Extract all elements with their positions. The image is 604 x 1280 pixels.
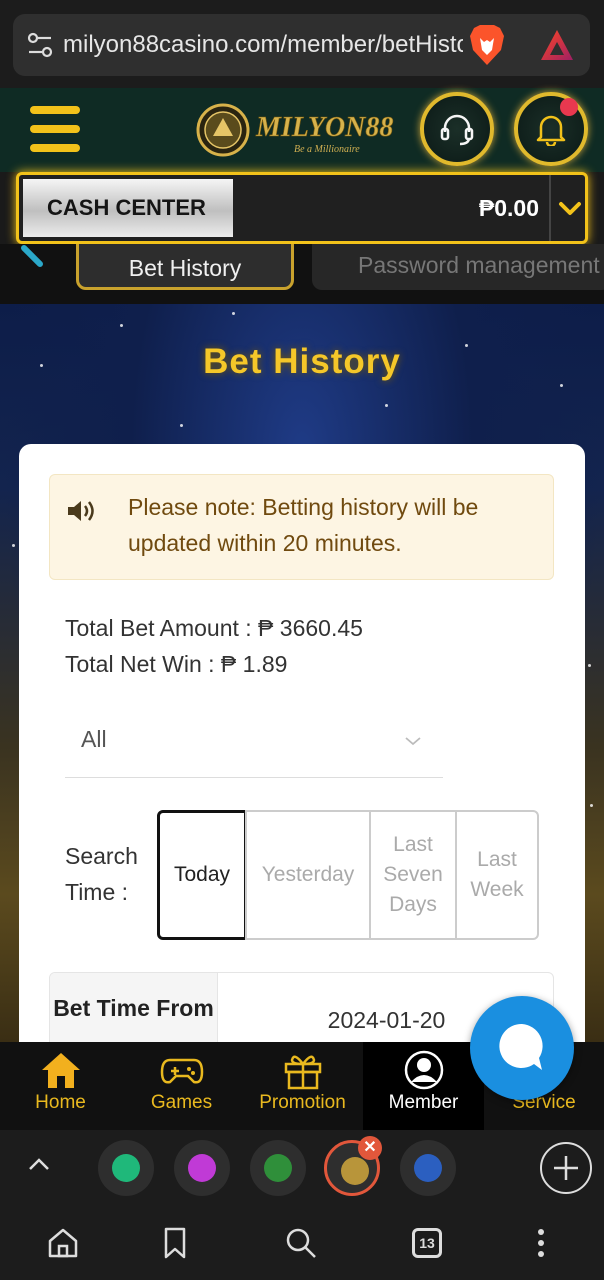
url-text[interactable]: milyon88casino.com/member/betHistory <box>63 30 463 60</box>
site-settings-icon[interactable] <box>27 32 53 58</box>
bell-icon <box>536 115 566 146</box>
member-tabs: Bet History Password management <box>0 244 604 304</box>
milyon88-logo[interactable]: MILYON88 Be a Millionaire <box>196 102 410 158</box>
tab-password-management[interactable]: Password management <box>312 244 604 290</box>
brave-shields-icon[interactable] <box>468 24 506 66</box>
site-header: MILYON88 Be a Millionaire <box>0 88 604 172</box>
live-chat-button[interactable] <box>470 996 574 1100</box>
bookmark-icon[interactable] <box>158 1226 192 1260</box>
chevron-up-icon[interactable] <box>26 1152 52 1178</box>
search-option-yesterday[interactable]: Yesterday <box>245 810 371 940</box>
chat-bubble-icon <box>499 1023 543 1070</box>
headset-icon <box>440 114 474 146</box>
tab-count-button[interactable]: 13 <box>412 1228 442 1258</box>
select-value: All <box>81 726 107 752</box>
search-icon[interactable] <box>284 1226 318 1260</box>
browser-toolbar: 13 <box>0 1206 604 1280</box>
nav-promotion[interactable]: Promotion <box>242 1042 363 1130</box>
total-net-win: Total Net Win : ₱ 1.89 <box>65 651 288 677</box>
favicon-icon <box>188 1154 216 1182</box>
nav-games[interactable]: Games <box>121 1042 242 1130</box>
tray-tab-1[interactable] <box>98 1140 154 1196</box>
plus-icon <box>554 1156 578 1180</box>
notification-badge <box>560 98 578 116</box>
browser-tab-tray: ✕ <box>0 1130 604 1206</box>
content-area: Bet History Please note: Betting history… <box>0 304 604 1042</box>
search-option-last-week[interactable]: Last Week <box>455 810 539 940</box>
search-time-label: Search Time : <box>65 843 138 905</box>
nav-home[interactable]: Home <box>0 1042 121 1130</box>
game-type-select[interactable]: All <box>65 708 443 778</box>
favicon-icon <box>264 1154 292 1182</box>
balance-amount: ₱0.00 <box>478 195 539 221</box>
home-icon <box>41 1053 80 1088</box>
notice-text: Please note: Betting history will be upd… <box>128 494 479 556</box>
brave-rewards-icon[interactable] <box>539 28 575 62</box>
search-option-last-seven-days[interactable]: Last Seven Days <box>369 810 457 940</box>
chevron-down-icon[interactable] <box>555 193 585 223</box>
address-bar[interactable]: milyon88casino.com/member/betHistory <box>13 14 590 76</box>
home-icon[interactable] <box>46 1226 80 1260</box>
more-options-icon[interactable] <box>524 1226 558 1260</box>
cash-center-bar: CASH CENTER ₱0.00 <box>16 172 588 244</box>
page-title: Bet History <box>203 342 401 381</box>
notification-button[interactable] <box>514 92 588 166</box>
favicon-icon <box>414 1154 442 1182</box>
tab-bet-history[interactable]: Bet History <box>76 244 294 290</box>
tray-tab-3[interactable] <box>250 1140 306 1196</box>
browser-top-bar: milyon88casino.com/member/betHistory <box>0 0 604 88</box>
favicon-icon <box>341 1157 369 1185</box>
logo-tagline: Be a Millionaire <box>294 144 360 155</box>
close-tab-icon[interactable]: ✕ <box>358 1136 382 1160</box>
table-header-bet-time-from: Bet Time From <box>50 973 218 1042</box>
speaker-icon <box>68 501 94 521</box>
bet-history-card: Please note: Betting history will be upd… <box>19 444 585 1042</box>
scroll-left-icon[interactable] <box>18 244 48 272</box>
tray-tab-2[interactable] <box>174 1140 230 1196</box>
user-icon <box>404 1050 443 1090</box>
gamepad-icon <box>160 1058 203 1084</box>
cash-divider <box>549 175 551 241</box>
new-tab-button[interactable] <box>540 1142 592 1194</box>
cash-center-button[interactable]: CASH CENTER <box>23 179 233 237</box>
search-option-today[interactable]: Today <box>157 810 247 940</box>
total-bet-amount: Total Bet Amount : ₱ 3660.45 <box>65 615 363 641</box>
menu-icon[interactable] <box>30 104 82 154</box>
notice-banner: Please note: Betting history will be upd… <box>49 474 554 580</box>
tray-tab-5[interactable] <box>400 1140 456 1196</box>
nav-member[interactable]: Member <box>363 1042 484 1130</box>
gift-icon <box>284 1055 321 1090</box>
chevron-down-icon <box>405 737 421 746</box>
favicon-icon <box>112 1154 140 1182</box>
support-button[interactable] <box>420 92 494 166</box>
logo-text: MILYON88 <box>255 112 393 143</box>
